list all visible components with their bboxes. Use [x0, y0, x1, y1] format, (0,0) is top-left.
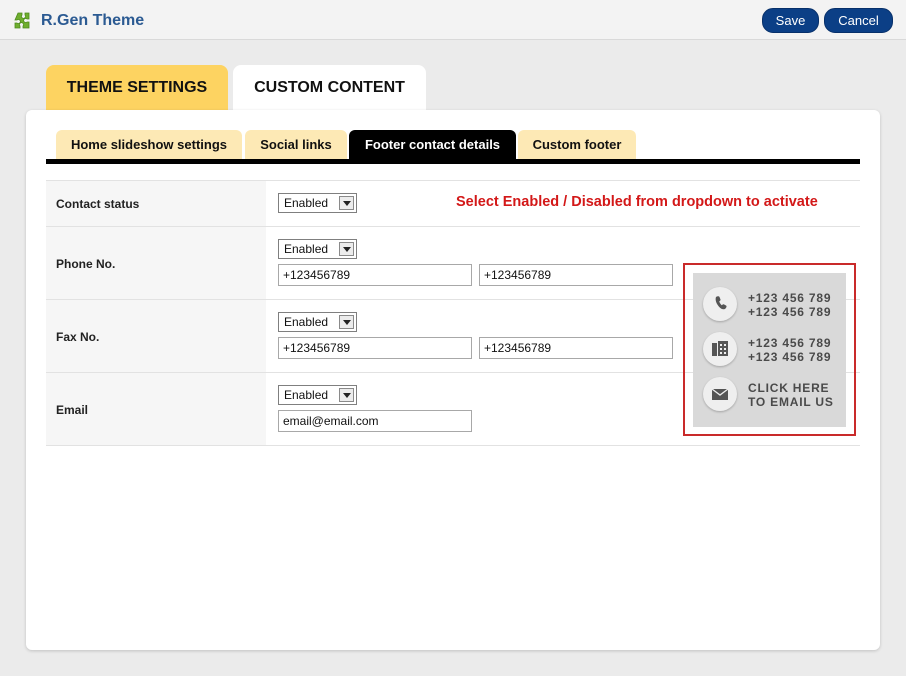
- preview-email-text: CLICK HERE TO EMAIL US: [748, 381, 834, 409]
- label-cell: Phone No.: [46, 227, 266, 300]
- tab-theme-settings[interactable]: THEME SETTINGS: [46, 65, 228, 111]
- subtab-footer-contact-details[interactable]: Footer contact details: [349, 130, 516, 159]
- preview-email-line-2: TO EMAIL US: [748, 395, 834, 409]
- envelope-icon-glyph: [711, 388, 729, 400]
- top-bar: R.Gen Theme Save Cancel: [0, 0, 906, 40]
- puzzle-icon: [14, 12, 30, 29]
- preview-phone-line-2: +123 456 789: [748, 305, 832, 319]
- select-value: Enabled: [284, 315, 329, 329]
- save-button[interactable]: Save: [762, 8, 819, 33]
- chevron-down-icon[interactable]: [339, 388, 354, 402]
- chevron-down-icon[interactable]: [339, 242, 354, 256]
- phone-label: Phone No.: [56, 257, 116, 271]
- preview-fax-text: +123 456 789 +123 456 789: [748, 336, 831, 364]
- cancel-button[interactable]: Cancel: [824, 8, 893, 33]
- preview-phone-line-1: +123 456 789: [748, 291, 832, 305]
- email-status-select[interactable]: Enabled: [278, 385, 357, 405]
- phone-input-2[interactable]: [479, 264, 673, 286]
- email-input[interactable]: [278, 410, 472, 432]
- fax-status-select[interactable]: Enabled: [278, 312, 357, 332]
- label-cell: Email: [46, 373, 266, 445]
- phone-icon-glyph: [715, 296, 727, 310]
- fax-label: Fax No.: [56, 330, 100, 344]
- subtab-social-links[interactable]: Social links: [245, 130, 347, 159]
- email-label: Email: [56, 403, 89, 417]
- fax-icon-glyph: [712, 341, 728, 356]
- chevron-down-icon[interactable]: [339, 196, 354, 210]
- subtab-custom-footer[interactable]: Custom footer: [518, 130, 636, 159]
- fax-input-2[interactable]: [479, 337, 673, 359]
- label-cell: Contact status: [46, 181, 266, 227]
- label-cell: Fax No.: [46, 300, 266, 373]
- select-value: Enabled: [284, 242, 329, 256]
- preview-fax-line-2: +123 456 789: [748, 350, 832, 364]
- phone-status-select[interactable]: Enabled: [278, 239, 357, 259]
- chevron-down-icon[interactable]: [339, 315, 354, 329]
- app-title: R.Gen Theme: [41, 12, 145, 29]
- instruction-text: Select Enabled / Disabled from dropdown …: [456, 194, 818, 210]
- contact-status-label: Contact status: [56, 197, 140, 211]
- subtab-home-slideshow-settings[interactable]: Home slideshow settings: [56, 130, 242, 159]
- select-value: Enabled: [284, 196, 329, 210]
- tab-custom-content[interactable]: CUSTOM CONTENT: [233, 65, 426, 111]
- phone-input-1[interactable]: [278, 264, 472, 286]
- select-value: Enabled: [284, 388, 329, 402]
- contact-status-select[interactable]: Enabled: [278, 193, 357, 213]
- preview-phone-text: +123 456 789 +123 456 789: [748, 291, 831, 319]
- fax-icon: [703, 332, 737, 366]
- preview-fax-line-1: +123 456 789: [748, 336, 832, 350]
- phone-icon: [703, 287, 737, 321]
- preview-email-line-1: CLICK HERE: [748, 381, 830, 395]
- email-icon: [703, 377, 737, 411]
- fax-input-1[interactable]: [278, 337, 472, 359]
- tab-divider: [46, 159, 860, 164]
